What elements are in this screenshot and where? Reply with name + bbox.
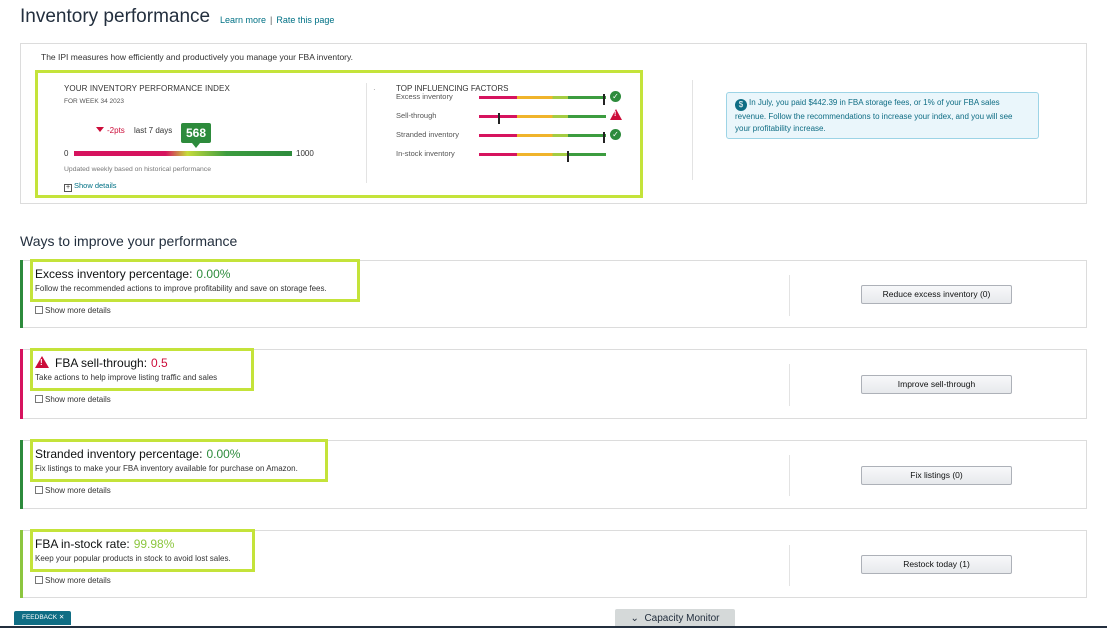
metric-card: Stranded inventory percentage: 0.00% Fix …: [20, 439, 1087, 509]
factor-label: Stranded inventory: [396, 130, 459, 139]
metric-label: FBA in-stock rate:: [35, 537, 130, 551]
divider: [789, 275, 790, 316]
metric-accent-bar: [20, 530, 23, 598]
chevron-down-icon: ⌄: [630, 613, 639, 624]
divider: [366, 83, 367, 183]
ipi-week: FOR WEEK 34 2023: [64, 98, 124, 105]
ipi-description: The IPI measures how efficiently and pro…: [41, 52, 353, 62]
show-more-details[interactable]: Show more details: [35, 306, 111, 315]
metric-name: Stranded inventory percentage: 0.00%: [35, 447, 240, 461]
divider: [789, 455, 790, 496]
dollar-icon: $: [735, 99, 747, 111]
warning-icon: !: [35, 356, 49, 368]
metric-value: 0.00%: [196, 267, 231, 281]
metric-value: 0.00%: [206, 447, 241, 461]
metric-label: FBA sell-through:: [55, 356, 148, 370]
metric-action-button[interactable]: Restock today (1): [861, 555, 1012, 574]
show-more-checkbox[interactable]: [35, 395, 43, 403]
metric-description: Follow the recommended actions to improv…: [35, 284, 327, 293]
factor-bar: [479, 94, 606, 105]
factor-marker: [603, 132, 605, 143]
show-more-label: Show more details: [45, 395, 111, 404]
divider: [789, 545, 790, 586]
ipi-delta-period: last 7 days: [134, 126, 173, 135]
ipi-scale-min: 0: [64, 149, 69, 158]
factor-row: Excess inventory ✓: [396, 91, 626, 105]
show-details-label: Show details: [74, 181, 117, 190]
link-separator: |: [270, 15, 273, 25]
title-links: Learn more | Rate this page: [220, 15, 334, 25]
ipi-score-badge: 568: [181, 123, 211, 148]
ipi-card: The IPI measures how efficiently and pro…: [20, 43, 1087, 204]
ipi-updated-note: Updated weekly based on historical perfo…: [64, 166, 211, 173]
metric-card: ! FBA sell-through: 0.5 Take actions to he…: [20, 348, 1087, 419]
show-more-checkbox[interactable]: [35, 576, 43, 584]
page-title: Inventory performance: [20, 6, 211, 27]
warning-icon: !: [610, 109, 622, 120]
factor-row: Stranded inventory ✓: [396, 129, 626, 143]
factor-bar: [479, 113, 606, 124]
metric-description: Keep your popular products in stock to a…: [35, 554, 231, 563]
ipi-delta-value: -2pts: [107, 126, 125, 135]
ipi-score-bar: [74, 151, 292, 156]
metric-label: Stranded inventory percentage:: [35, 447, 203, 461]
learn-more-link[interactable]: Learn more: [220, 15, 266, 25]
metric-card: FBA in-stock rate: 99.98% Keep your popul…: [20, 529, 1087, 598]
show-more-checkbox[interactable]: [35, 306, 43, 314]
rate-page-link[interactable]: Rate this page: [276, 15, 334, 25]
metric-action-button[interactable]: Reduce excess inventory (0): [861, 285, 1012, 304]
show-more-label: Show more details: [45, 486, 111, 495]
show-more-label: Show more details: [45, 576, 111, 585]
ipi-highlight: YOUR INVENTORY PERFORMANCE INDEX FOR WEE…: [35, 70, 643, 198]
divider: [692, 80, 693, 180]
factor-label: In-stock inventory: [396, 149, 455, 158]
metric-value: 0.5: [151, 356, 168, 370]
show-more-checkbox[interactable]: [35, 486, 43, 494]
check-circle-icon: ✓: [610, 129, 621, 140]
show-details-link[interactable]: + Show details: [64, 181, 117, 192]
show-more-label: Show more details: [45, 306, 111, 315]
metric-action-button[interactable]: Fix listings (0): [861, 466, 1012, 485]
ipi-scale-max: 1000: [296, 149, 314, 158]
capacity-monitor-label: Capacity Monitor: [644, 613, 720, 624]
improve-section-title: Ways to improve your performance: [20, 233, 238, 249]
factor-label: Sell-through: [396, 111, 437, 120]
factor-bar: [479, 151, 606, 162]
metric-description: Fix listings to make your FBA inventory …: [35, 464, 298, 473]
factor-marker: [567, 151, 569, 162]
metric-action-button[interactable]: Improve sell-through: [861, 375, 1012, 394]
metric-name: FBA in-stock rate: 99.98%: [35, 537, 174, 551]
metric-label: Excess inventory percentage:: [35, 267, 193, 281]
metric-accent-bar: [20, 349, 23, 419]
factor-label: Excess inventory: [396, 92, 453, 101]
metric-description: Take actions to help improve listing tra…: [35, 373, 218, 382]
show-more-details[interactable]: Show more details: [35, 576, 111, 585]
divider-dot: ·: [373, 85, 376, 94]
metric-accent-bar: [20, 440, 23, 509]
factor-marker: [603, 94, 605, 105]
metric-name: Excess inventory percentage: 0.00%: [35, 267, 230, 281]
ipi-heading: YOUR INVENTORY PERFORMANCE INDEX: [64, 84, 230, 93]
show-more-details[interactable]: Show more details: [35, 395, 111, 404]
down-arrow-icon: [96, 127, 104, 132]
ipi-delta: -2pts: [96, 126, 125, 135]
factor-marker: [498, 113, 500, 124]
factor-bar: [479, 132, 606, 143]
metric-name: ! FBA sell-through: 0.5: [35, 356, 168, 370]
check-circle-icon: ✓: [610, 91, 621, 102]
factor-row: Sell-through!: [396, 109, 626, 124]
divider: [789, 364, 790, 406]
metric-accent-bar: [20, 260, 23, 328]
metric-card: Excess inventory percentage: 0.00% Follow…: [20, 259, 1087, 328]
storage-fee-alert: $ In July, you paid $442.39 in FBA storag…: [726, 92, 1039, 139]
metric-value: 99.98%: [133, 537, 175, 551]
expand-icon: +: [64, 184, 72, 192]
factor-row: In-stock inventory: [396, 149, 626, 162]
feedback-tab[interactable]: FEEDBACK ✕: [14, 611, 71, 625]
show-more-details[interactable]: Show more details: [35, 486, 111, 495]
storage-fee-text: In July, you paid $442.39 in FBA storage…: [735, 98, 1013, 133]
